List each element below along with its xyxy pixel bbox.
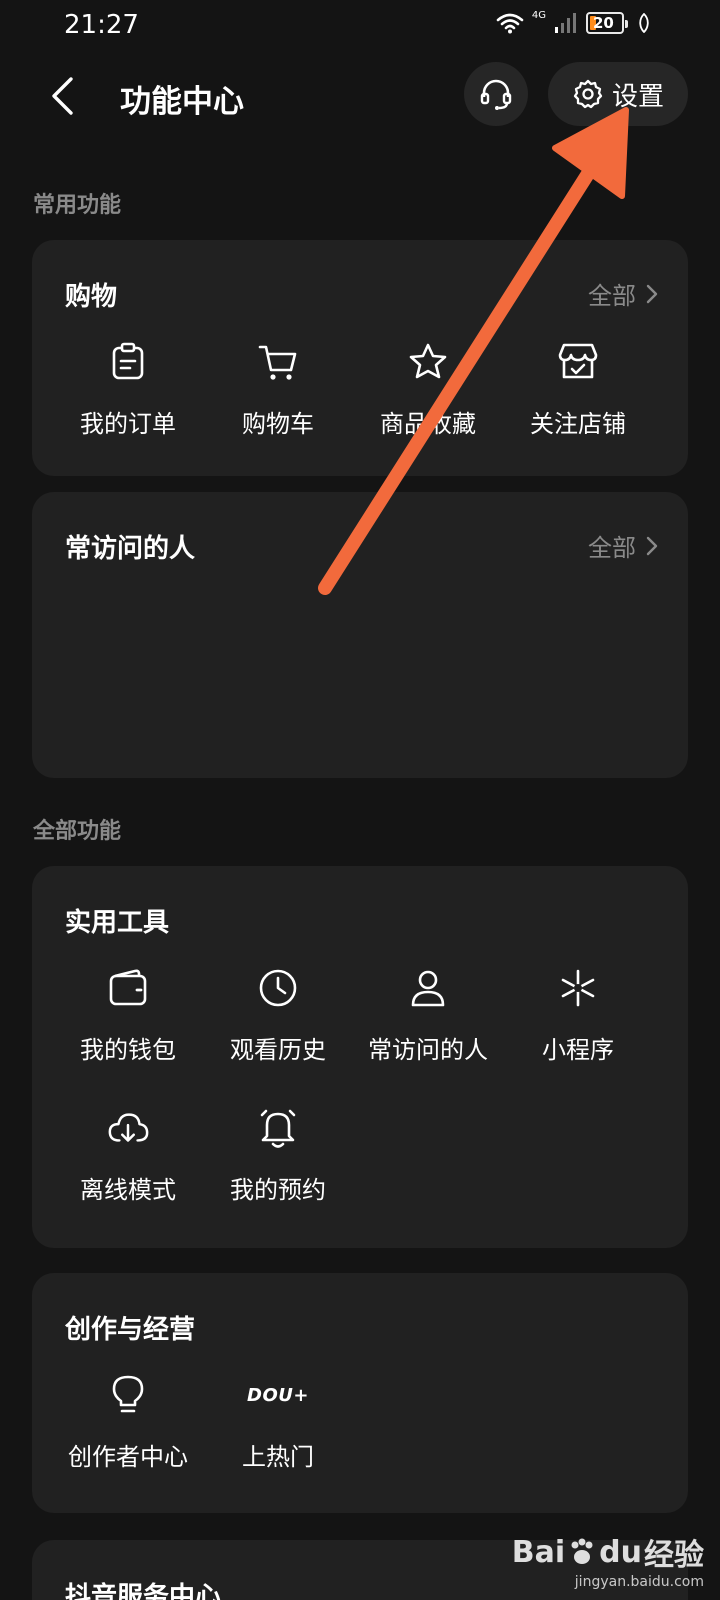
creation-title: 创作与经营 (65, 1315, 196, 1345)
status-bar: 21:27 4G 20 (0, 0, 720, 56)
chevron-right-icon (646, 284, 658, 303)
grid-item-favorites[interactable]: 商品收藏 (348, 340, 508, 460)
store-icon (556, 340, 600, 384)
back-arrow-icon (52, 77, 73, 115)
lightbulb-icon (106, 1373, 150, 1417)
grid-item-frequent-visitors[interactable]: 常访问的人 (348, 966, 508, 1086)
section-common-label: 常用功能 (33, 193, 122, 218)
grid-item-my-orders[interactable]: 我的订单 (48, 340, 208, 460)
watermark-logo-mid: du (599, 1534, 642, 1570)
grid-item-label: 关注店铺 (530, 410, 626, 438)
battery-icon: 20 (586, 12, 628, 34)
grid-item-label: 常访问的人 (368, 1036, 488, 1064)
dou-plus-text: DOU+ (247, 1384, 309, 1406)
shopping-see-all[interactable]: 全部 (588, 276, 658, 311)
header: 功能中心 设置 (0, 60, 720, 132)
grid-item-label: 上热门 (242, 1443, 314, 1471)
watermark-logo-right: 经验 (644, 1538, 704, 1573)
frequent-visitors-card: 常访问的人 全部 (32, 492, 688, 778)
grid-item-followed-stores[interactable]: 关注店铺 (498, 340, 658, 460)
grid-item-label: 商品收藏 (380, 410, 476, 438)
wallet-icon (106, 966, 150, 1010)
tools-card: 实用工具 我的钱包 观看历史 常访问的人 小程序 离线模式 我的预约 (32, 866, 688, 1248)
grid-item-label: 离线模式 (80, 1176, 176, 1204)
tools-title: 实用工具 (65, 908, 170, 938)
status-icons: 4G 20 (496, 9, 650, 34)
grid-item-label: 我的预约 (230, 1176, 326, 1204)
signal-icon (554, 12, 578, 34)
shopping-title: 购物 (65, 282, 118, 312)
grid-item-my-reservations[interactable]: 我的预约 (198, 1106, 358, 1226)
baidu-watermark: Bai du 经验 jingyan.baidu.com (512, 1530, 704, 1591)
clock-icon (256, 966, 300, 1010)
grid-item-mini-programs[interactable]: 小程序 (498, 966, 658, 1086)
battery-level: 20 (593, 14, 614, 32)
mini-program-icon (556, 966, 600, 1010)
paw-icon (567, 1537, 597, 1567)
watermark-url: jingyan.baidu.com (574, 1574, 704, 1590)
see-all-label: 全部 (588, 534, 636, 562)
network-type: 4G (531, 9, 546, 21)
leaf-icon (638, 13, 650, 33)
gear-icon (573, 79, 603, 109)
service-title: 抖音服务中心 (65, 1582, 222, 1600)
see-all-label: 全部 (588, 282, 636, 310)
grid-item-label: 观看历史 (230, 1036, 326, 1064)
cart-icon (256, 340, 300, 384)
grid-item-label: 我的订单 (80, 410, 176, 438)
customer-service-button[interactable] (464, 62, 528, 126)
grid-item-wallet[interactable]: 我的钱包 (48, 966, 208, 1086)
settings-label: 设置 (611, 81, 664, 112)
grid-item-label: 小程序 (542, 1036, 614, 1064)
grid-item-dou-plus[interactable]: DOU+ 上热门 (198, 1373, 358, 1493)
section-all-label: 全部功能 (33, 819, 122, 844)
bell-icon (256, 1106, 300, 1150)
star-icon (406, 340, 450, 384)
shopping-card: 购物 全部 我的订单 购物车 商品收藏 关注店铺 (32, 240, 688, 476)
grid-item-cart[interactable]: 购物车 (198, 340, 358, 460)
watermark-logo-left: Bai (511, 1534, 566, 1570)
page-title: 功能中心 (120, 84, 244, 120)
grid-item-label: 创作者中心 (68, 1443, 188, 1471)
order-icon (106, 340, 150, 384)
creation-card: 创作与经营 创作者中心 DOU+ 上热门 (32, 1273, 688, 1513)
wifi-icon (496, 12, 524, 34)
grid-item-offline-mode[interactable]: 离线模式 (48, 1106, 208, 1226)
cloud-download-icon (106, 1106, 150, 1150)
frequent-see-all[interactable]: 全部 (588, 528, 658, 563)
back-button[interactable] (40, 72, 84, 120)
headset-icon (480, 79, 512, 110)
status-time: 21:27 (64, 10, 139, 40)
grid-item-creator-center[interactable]: 创作者中心 (48, 1373, 208, 1493)
watermark-logo: Bai du 经验 (512, 1530, 704, 1574)
grid-item-watch-history[interactable]: 观看历史 (198, 966, 358, 1086)
frequent-title: 常访问的人 (65, 534, 196, 564)
chevron-right-icon (646, 536, 658, 555)
settings-button[interactable]: 设置 (548, 62, 688, 126)
grid-item-label: 购物车 (242, 410, 314, 438)
dou-plus-icon: DOU+ (247, 1373, 309, 1417)
grid-item-label: 我的钱包 (80, 1036, 176, 1064)
person-icon (406, 966, 450, 1010)
